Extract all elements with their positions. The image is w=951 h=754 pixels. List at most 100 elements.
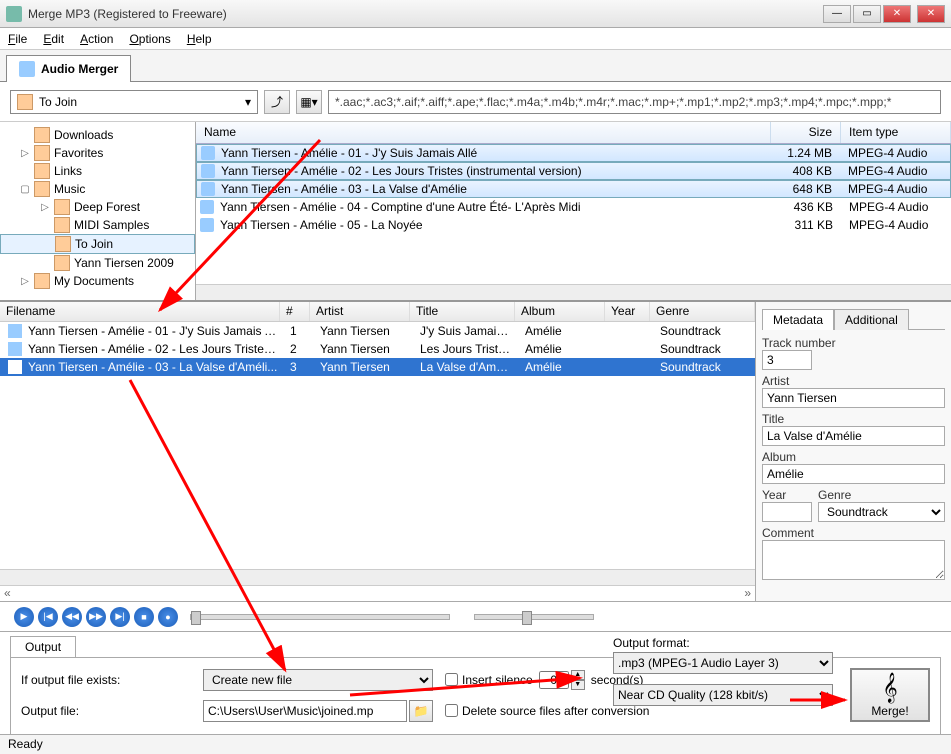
insert-silence-check[interactable] [445, 673, 458, 686]
audio-file-icon [8, 360, 22, 374]
audio-file-icon [8, 324, 22, 338]
queue-hscroll[interactable] [0, 569, 755, 585]
quality-select[interactable]: Near CD Quality (128 kbit/s) [613, 684, 833, 706]
col-name[interactable]: Name [196, 122, 771, 143]
tab-metadata[interactable]: Metadata [762, 309, 834, 330]
genre-select[interactable]: Soundtrack [818, 502, 945, 522]
seconds-up[interactable]: ▲ [571, 670, 585, 680]
next-button[interactable]: ▶| [110, 607, 130, 627]
tree-item[interactable]: ▷Deep Forest [0, 198, 195, 216]
folder-icon [55, 236, 71, 252]
seconds-down[interactable]: ▼ [571, 680, 585, 690]
minimize-button[interactable]: — [823, 5, 851, 23]
expand-icon[interactable]: ▷ [20, 148, 30, 159]
play-button[interactable]: ▶ [14, 607, 34, 627]
expand-icon[interactable]: ▷ [40, 202, 50, 213]
volume-slider[interactable] [474, 614, 594, 620]
seconds-input[interactable] [539, 671, 569, 689]
file-row[interactable]: Yann Tiersen - Amélie - 03 - La Valse d'… [196, 180, 951, 198]
browse-button[interactable]: 📁 [409, 700, 433, 722]
merge-button[interactable]: 𝄞 Merge! [850, 668, 930, 722]
tracknum-input[interactable] [762, 350, 812, 370]
qh-genre[interactable]: Genre [650, 302, 755, 321]
delete-src-check[interactable] [445, 704, 458, 717]
expand-icon[interactable]: ▢ [20, 184, 30, 195]
artist-input[interactable] [762, 388, 945, 408]
title-input[interactable] [762, 426, 945, 446]
qh-year[interactable]: Year [605, 302, 650, 321]
queue-row[interactable]: Yann Tiersen - Amélie - 02 - Les Jours T… [0, 340, 755, 358]
file-row[interactable]: Yann Tiersen - Amélie - 04 - Comptine d'… [196, 198, 951, 216]
file-size: 1.24 MB [770, 146, 840, 160]
nav-prev[interactable]: « [4, 586, 11, 601]
q-genre: Soundtrack [654, 342, 755, 356]
up-folder-button[interactable]: ⤴ [264, 90, 290, 114]
tree-item[interactable]: ▷Favorites [0, 144, 195, 162]
menu-action[interactable]: Action [80, 32, 113, 46]
folder-tree[interactable]: Downloads▷FavoritesLinks▢Music▷Deep Fore… [0, 122, 196, 300]
q-title: Les Jours Triste... [414, 342, 519, 356]
tree-label: To Join [75, 237, 113, 251]
tree-item[interactable]: ▷My Documents [0, 272, 195, 290]
maximize-button[interactable]: ▭ [853, 5, 881, 23]
tree-item[interactable]: ▢Music [0, 180, 195, 198]
col-type[interactable]: Item type [841, 122, 951, 143]
outfile-input[interactable] [203, 700, 407, 722]
file-list[interactable]: Yann Tiersen - Amélie - 01 - J'y Suis Ja… [196, 144, 951, 284]
seek-thumb[interactable] [191, 611, 201, 625]
filter-box[interactable]: *.aac;*.ac3;*.aif;*.aiff;*.ape;*.flac;*.… [328, 90, 941, 114]
rewind-button[interactable]: ◀◀ [62, 607, 82, 627]
outer-close-button[interactable]: ✕ [917, 5, 945, 23]
path-combo[interactable]: To Join ▾ [10, 90, 258, 114]
prev-button[interactable]: |◀ [38, 607, 58, 627]
audio-file-icon [201, 146, 215, 160]
tree-item[interactable]: Links [0, 162, 195, 180]
treble-clef-icon: 𝄞 [882, 672, 897, 704]
tab-audio-merger[interactable]: Audio Merger [6, 55, 131, 82]
tree-item[interactable]: Yann Tiersen 2009 [0, 254, 195, 272]
q-artist: Yann Tiersen [314, 360, 414, 374]
tab-additional[interactable]: Additional [834, 309, 909, 330]
audio-file-icon [8, 342, 22, 356]
close-button[interactable]: ✕ [883, 5, 911, 23]
format-select[interactable]: .mp3 (MPEG-1 Audio Layer 3) [613, 652, 833, 674]
output-tab[interactable]: Output [10, 636, 76, 657]
menu-help[interactable]: Help [187, 32, 212, 46]
qh-artist[interactable]: Artist [310, 302, 410, 321]
qh-album[interactable]: Album [515, 302, 605, 321]
year-input[interactable] [762, 502, 812, 522]
file-size: 436 KB [771, 200, 841, 214]
exists-select[interactable]: Create new file [203, 669, 433, 691]
tree-item[interactable]: MIDI Samples [0, 216, 195, 234]
menu-edit[interactable]: Edit [43, 32, 64, 46]
tree-item[interactable]: Downloads [0, 126, 195, 144]
file-row[interactable]: Yann Tiersen - Amélie - 02 - Les Jours T… [196, 162, 951, 180]
queue-row[interactable]: Yann Tiersen - Amélie - 01 - J'y Suis Ja… [0, 322, 755, 340]
menu-options[interactable]: Options [129, 32, 170, 46]
file-type: MPEG-4 Audio [840, 182, 950, 196]
queue-rows[interactable]: Yann Tiersen - Amélie - 01 - J'y Suis Ja… [0, 322, 755, 569]
col-size[interactable]: Size [771, 122, 841, 143]
qh-title[interactable]: Title [410, 302, 515, 321]
ffwd-button[interactable]: ▶▶ [86, 607, 106, 627]
seek-slider[interactable] [190, 614, 450, 620]
status-text: Ready [8, 737, 43, 751]
file-row[interactable]: Yann Tiersen - Amélie - 01 - J'y Suis Ja… [196, 144, 951, 162]
file-row[interactable]: Yann Tiersen - Amélie - 05 - La Noyée311… [196, 216, 951, 234]
q-album: Amélie [519, 360, 609, 374]
album-input[interactable] [762, 464, 945, 484]
expand-icon[interactable]: ▷ [20, 276, 30, 287]
comment-input[interactable] [762, 540, 945, 580]
stop-button[interactable]: ■ [134, 607, 154, 627]
queue-row[interactable]: Yann Tiersen - Amélie - 03 - La Valse d'… [0, 358, 755, 376]
qh-num[interactable]: # [280, 302, 310, 321]
volume-thumb[interactable] [522, 611, 532, 625]
record-button[interactable]: ● [158, 607, 178, 627]
qh-filename[interactable]: Filename [0, 302, 280, 321]
nav-next[interactable]: » [744, 586, 751, 601]
view-mode-button[interactable]: ▦▾ [296, 90, 322, 114]
q-filename: Yann Tiersen - Amélie - 02 - Les Jours T… [22, 342, 284, 356]
tree-item[interactable]: To Join [0, 234, 195, 254]
file-hscroll[interactable] [196, 284, 951, 300]
menu-file[interactable]: File [8, 32, 27, 46]
